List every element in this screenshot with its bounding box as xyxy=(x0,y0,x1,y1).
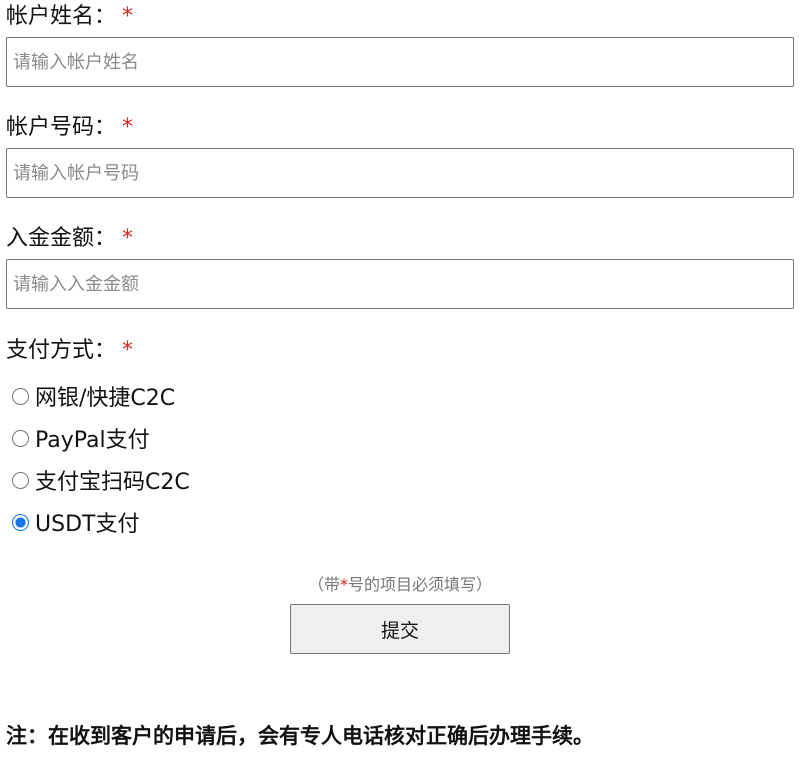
required-hint-suffix: 号的项目必须填写） xyxy=(348,575,493,594)
required-mark: * xyxy=(122,338,134,363)
account-number-input[interactable] xyxy=(6,148,794,198)
required-hint-star: * xyxy=(340,575,348,594)
required-mark: * xyxy=(122,226,134,251)
payment-radio-alipay[interactable] xyxy=(12,471,29,489)
payment-method-label: 支付方式： * xyxy=(6,336,133,366)
payment-option-label: 网银/快捷C2C xyxy=(35,386,176,411)
payment-option-paypal[interactable]: PayPal支付 xyxy=(12,422,150,454)
account-number-label: 帐户号码： * xyxy=(6,113,133,143)
payment-method-label-text: 支付方式： xyxy=(6,338,117,363)
account-number-label-text: 帐户号码： xyxy=(6,115,117,140)
account-name-label-text: 帐户姓名： xyxy=(6,4,117,29)
payment-option-label: PayPal支付 xyxy=(35,428,150,453)
note-text: 注：在收到客户的申请后，会有专人电话核对正确后办理手续。 xyxy=(6,724,594,748)
payment-option-bank[interactable]: 网银/快捷C2C xyxy=(12,380,175,412)
deposit-form: 帐户姓名：* 帐户号码：* 入金金额：* 支付方式：* 网银/快捷C2C Pay… xyxy=(0,0,800,759)
payment-option-alipay[interactable]: 支付宝扫码C2C xyxy=(12,464,190,496)
required-hint: （带*号的项目必须填写） xyxy=(0,572,800,598)
account-name-input[interactable] xyxy=(6,37,794,87)
payment-radio-bank[interactable] xyxy=(12,387,29,405)
deposit-amount-label: 入金金额： * xyxy=(6,224,133,254)
payment-radio-usdt[interactable] xyxy=(12,513,29,531)
required-hint-prefix: （带 xyxy=(307,575,340,594)
payment-option-label: 支付宝扫码C2C xyxy=(35,470,190,495)
required-mark: * xyxy=(122,4,134,29)
payment-radio-paypal[interactable] xyxy=(12,429,29,447)
required-mark: * xyxy=(122,115,134,140)
account-name-label: 帐户姓名： * xyxy=(6,2,133,32)
payment-option-label: USDT支付 xyxy=(35,512,140,537)
deposit-amount-label-text: 入金金额： xyxy=(6,226,117,251)
deposit-amount-input[interactable] xyxy=(6,259,794,309)
submit-button[interactable]: 提交 xyxy=(290,604,510,654)
payment-option-usdt[interactable]: USDT支付 xyxy=(12,506,139,538)
